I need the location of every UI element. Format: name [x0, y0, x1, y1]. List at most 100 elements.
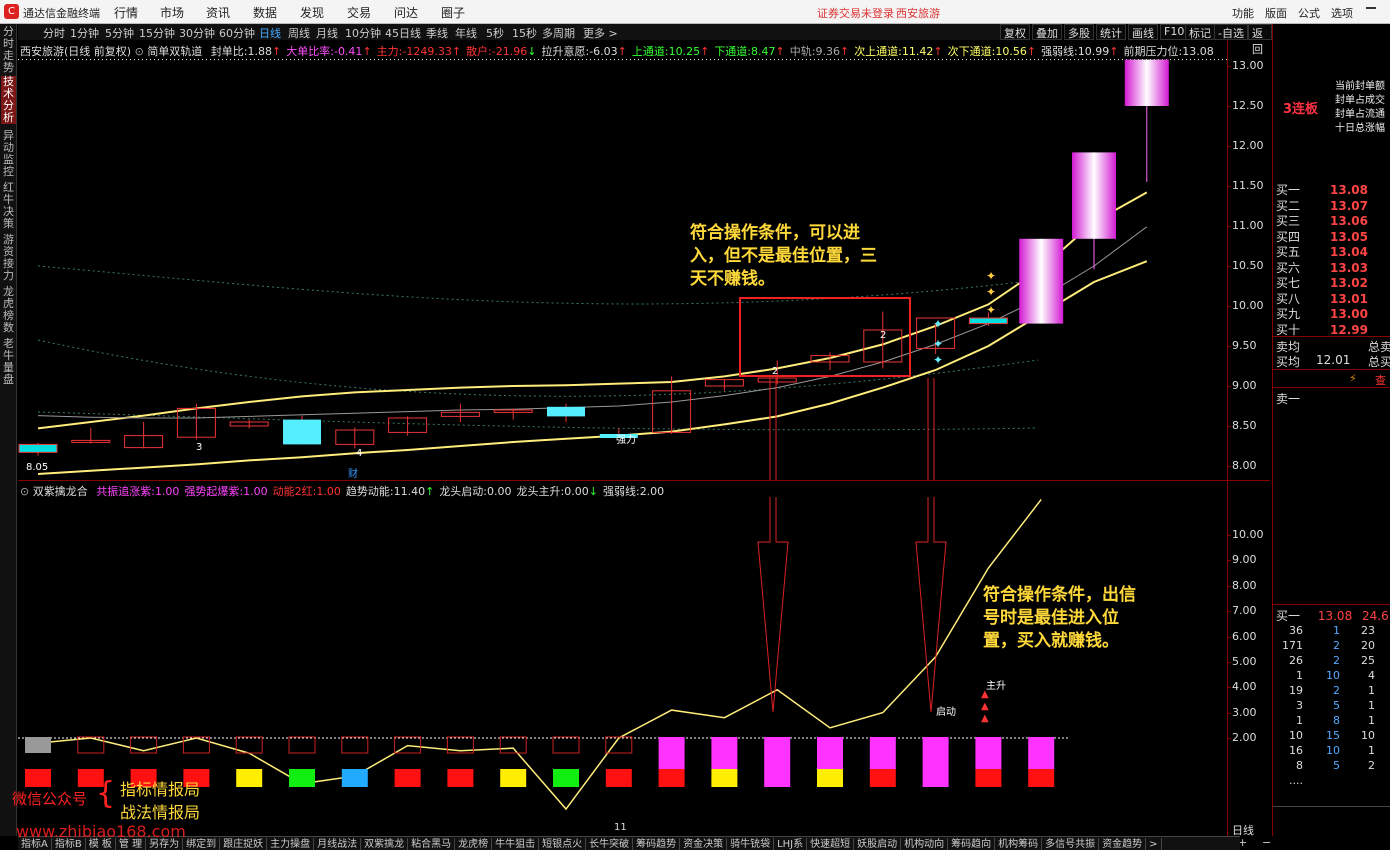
period-30min[interactable]: 30分钟	[179, 25, 215, 41]
momentum-chart[interactable]: 启动主升▲▲▲	[18, 497, 1228, 819]
candle-body[interactable]	[547, 406, 585, 417]
period-1min[interactable]: 1分钟	[70, 25, 99, 41]
candle-body[interactable]	[283, 419, 321, 445]
menu-jiaoyi[interactable]: 交易	[347, 4, 371, 21]
ob-label: 买四	[1276, 229, 1301, 244]
formula-tab[interactable]: >	[1146, 838, 1162, 850]
sidebar-item-longhu[interactable]: 龙虎榜数	[1, 286, 16, 334]
menu-shichang[interactable]: 市场	[160, 4, 184, 21]
limit-up-candle[interactable]	[1072, 152, 1116, 239]
minimize-icon[interactable]	[1366, 7, 1376, 9]
formula-tab[interactable]: 筹码趋势	[633, 838, 681, 850]
menu-faxian[interactable]: 发现	[300, 4, 324, 21]
annotation-top-line2: 入，但不是最佳位置，三	[690, 246, 877, 266]
signal-block-bottom	[605, 769, 632, 787]
period-5min[interactable]: 5分钟	[105, 25, 134, 41]
menu-zixun[interactable]: 资讯	[206, 4, 230, 21]
zoom-out-icon[interactable]: −	[1262, 836, 1271, 849]
formula-tab[interactable]: 主力操盘	[267, 838, 315, 850]
formula-tab[interactable]: 短银点火	[539, 838, 587, 850]
top-menu-options[interactable]: 选项	[1331, 5, 1353, 21]
limit-up-candle[interactable]	[1019, 238, 1064, 324]
formula-tab[interactable]: 龙虎榜	[455, 838, 493, 850]
period-more[interactable]: 更多 >	[583, 25, 618, 41]
menu-quanzi[interactable]: 圈子	[441, 4, 465, 21]
formula-tab[interactable]: 双紫擒龙	[361, 838, 409, 850]
signal-block-top	[341, 736, 369, 754]
signal-block-bottom	[447, 769, 474, 787]
formula-tab[interactable]: 跟庄捉妖	[220, 838, 268, 850]
formula-tab[interactable]: 资金决策	[680, 838, 728, 850]
sidebar-item-laoniu[interactable]: 老牛量盘	[1, 338, 16, 386]
ob-row: 买六 13.03	[1276, 259, 1368, 276]
tool-huaxian[interactable]: 画线	[1128, 24, 1158, 40]
candle-body[interactable]	[968, 317, 1008, 325]
menu-hangqing[interactable]: 行情	[114, 4, 138, 21]
period-daily[interactable]: 日线	[259, 25, 281, 41]
annotation-bottom-line2: 号时是最佳进入位	[983, 608, 1119, 628]
formula-tab[interactable]: 机构筹码	[995, 838, 1043, 850]
period-year[interactable]: 年线	[455, 25, 477, 41]
period-10min[interactable]: 10分钟	[345, 25, 381, 41]
formula-tab[interactable]: 粘合黑马	[408, 838, 456, 850]
formula-tab[interactable]: 绑定到	[183, 838, 221, 850]
period-45day[interactable]: 45日线	[385, 25, 421, 41]
queue-cell: 2	[1333, 684, 1340, 697]
period-weekly[interactable]: 周线	[288, 25, 310, 41]
period-60min[interactable]: 60分钟	[219, 25, 255, 41]
queue-cell: 171	[1282, 639, 1303, 652]
formula-tab[interactable]: LHJ系	[774, 838, 808, 850]
ob-divider-5	[1273, 806, 1390, 807]
tool-fuquan[interactable]: 复权	[1000, 24, 1030, 40]
formula-tab[interactable]: 长牛突破	[586, 838, 634, 850]
period-fenshi[interactable]: 分时	[43, 25, 65, 41]
tool-tongji[interactable]: 统计	[1096, 24, 1126, 40]
tool-duogu[interactable]: 多股	[1064, 24, 1094, 40]
formula-tab[interactable]: 牛牛狙击	[492, 838, 540, 850]
period-5sec[interactable]: 5秒	[486, 25, 504, 41]
menu-shuju[interactable]: 数据	[253, 4, 277, 21]
y-tick-label: 8.50	[1232, 419, 1257, 432]
period-15sec[interactable]: 15秒	[512, 25, 537, 41]
sub-y-tick-label: 9.00	[1232, 553, 1257, 567]
menu-wenda[interactable]: 问达	[394, 4, 418, 21]
sidebar-item-yidong[interactable]: 异动监控	[1, 130, 16, 178]
top-menu-function[interactable]: 功能	[1232, 5, 1254, 21]
formula-tab[interactable]: 多信号共振	[1042, 838, 1100, 850]
formula-tab[interactable]: 筹码趋向	[948, 838, 996, 850]
sidebar-item-youzi[interactable]: 游资接力	[1, 234, 16, 282]
formula-tab[interactable]: 机构动向	[901, 838, 949, 850]
tool-fanhui[interactable]: 返回	[1248, 24, 1272, 56]
tool-zixuan[interactable]: -自选	[1214, 24, 1248, 40]
formula-tab[interactable]: 妖股启动	[854, 838, 902, 850]
sidebar-item-fenshi[interactable]: 分时走势	[1, 26, 16, 74]
ob-price: 12.99	[1330, 322, 1368, 337]
formula-tab[interactable]: 资金趋势	[1099, 838, 1147, 850]
queue-cell: 10	[1361, 729, 1375, 742]
login-status[interactable]: 证券交易未登录	[817, 5, 894, 21]
period-monthly[interactable]: 月线	[316, 25, 338, 41]
candle-body[interactable]	[18, 443, 58, 453]
tool-biaoji[interactable]: 标记	[1185, 24, 1215, 40]
watermark-line1: 指标情报局	[120, 780, 201, 799]
period-quarter[interactable]: 季线	[426, 25, 448, 41]
candlestick-chart[interactable]: ✦ ✦ ✦ ✦ ✦ ✦ 8.05 3 4 2 2 强力财	[18, 40, 1228, 480]
limit-up-candle[interactable]	[1124, 59, 1169, 106]
formula-tab[interactable]: 骑牛铳袋	[727, 838, 775, 850]
sidebar-item-jishu[interactable]: 技术分析	[1, 76, 16, 124]
lightning-icon: ⚡	[1349, 372, 1357, 385]
top-menu-layout[interactable]: 版面	[1265, 5, 1287, 21]
formula-tab[interactable]: 月线战法	[314, 838, 362, 850]
queue-cell: 19	[1289, 684, 1303, 697]
annotation-bottom-line3: 置，买入就赚钱。	[983, 631, 1119, 651]
tool-diejia[interactable]: 叠加	[1032, 24, 1062, 40]
period-15min[interactable]: 15分钟	[139, 25, 175, 41]
butterfly-icon: ✦	[986, 285, 996, 299]
queue-cell: 1	[1368, 699, 1375, 712]
sidebar-item-hongniu[interactable]: 红牛决策	[1, 182, 16, 230]
query-button[interactable]: 查	[1375, 372, 1386, 388]
formula-tab[interactable]: 快速超短	[807, 838, 855, 850]
top-menu-formula[interactable]: 公式	[1298, 5, 1320, 21]
period-multi[interactable]: 多周期	[542, 25, 575, 41]
signal-block-top	[975, 737, 1002, 753]
